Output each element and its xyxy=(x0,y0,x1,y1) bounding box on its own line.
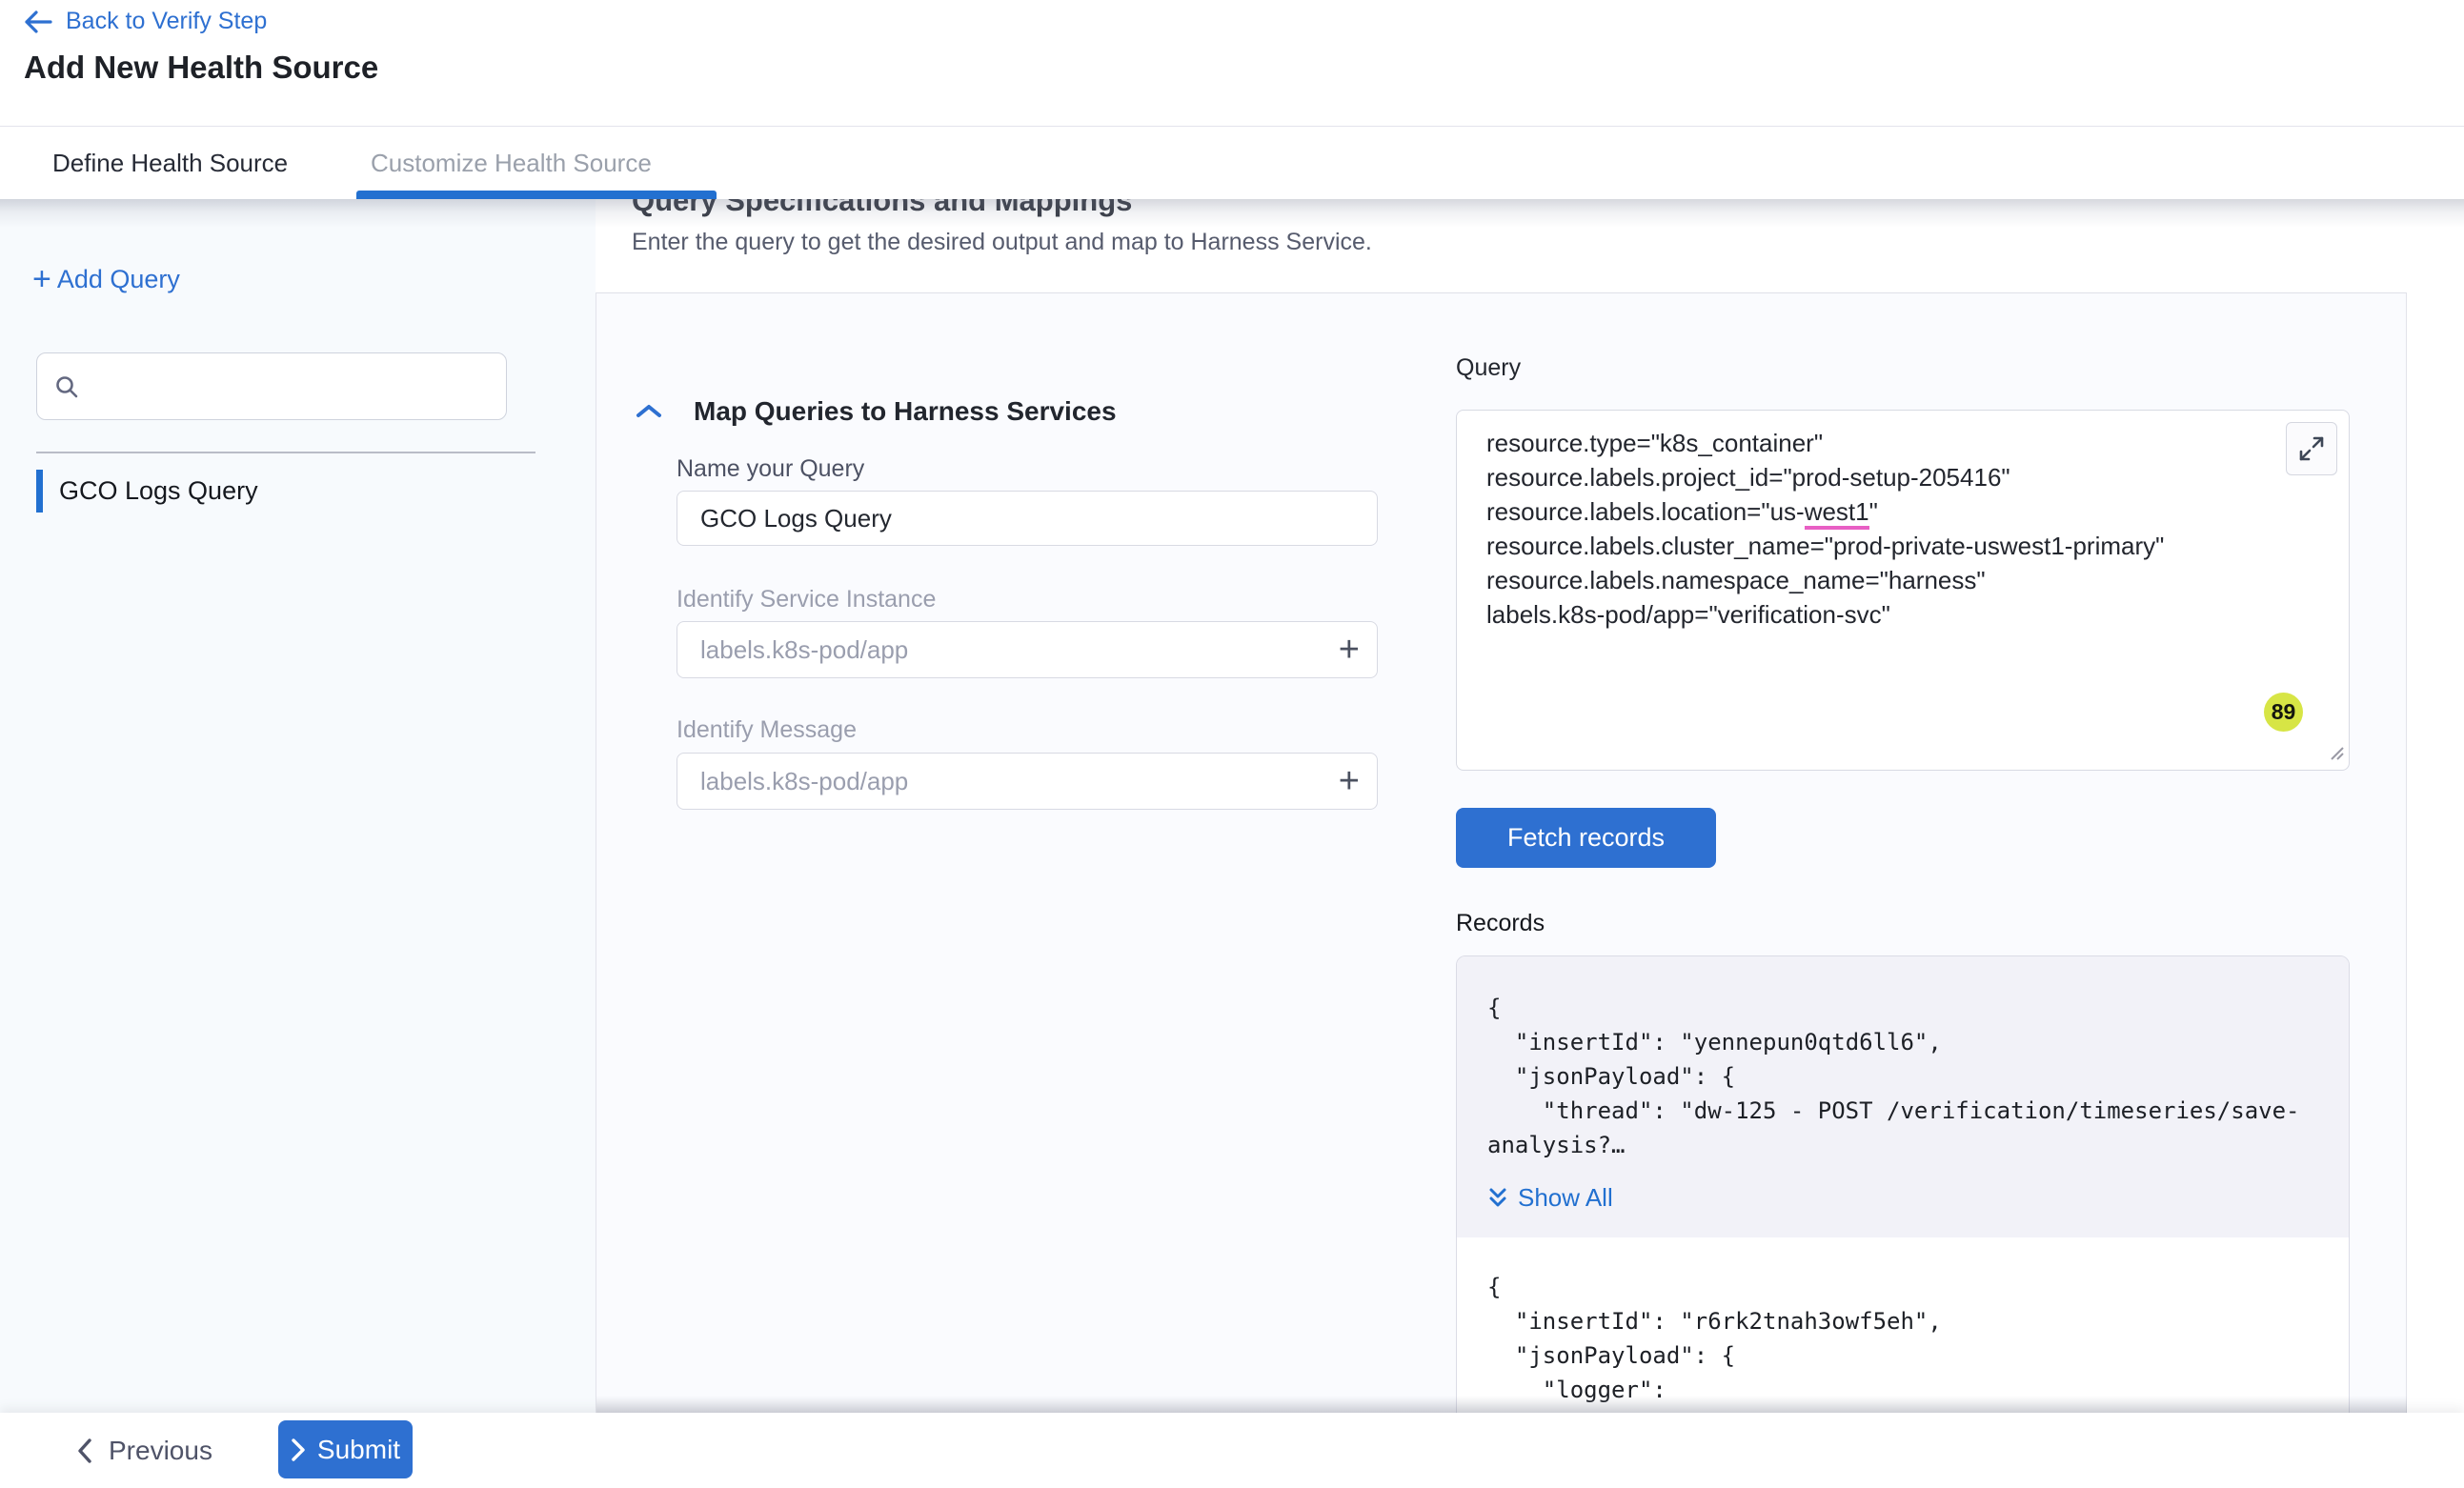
expand-query-button[interactable] xyxy=(2286,422,2337,475)
record-item-1: { "insertId": "yennepun0qtd6ll6", "jsonP… xyxy=(1457,956,2349,1237)
map-queries-section-header: Map Queries to Harness Services xyxy=(635,396,1117,427)
spellcheck-underline: west1 xyxy=(1805,497,1869,530)
page-header: Back to Verify Step Add New Health Sourc… xyxy=(0,0,2464,127)
back-link-label: Back to Verify Step xyxy=(66,8,267,35)
footer-bar: Previous Submit xyxy=(0,1413,2464,1488)
section-subtitle: Enter the query to get the desired outpu… xyxy=(632,229,1372,256)
records-label: Records xyxy=(1456,910,1545,937)
query-name-field-wrap xyxy=(677,491,1378,546)
resize-handle-icon[interactable] xyxy=(2328,744,2345,766)
query-item-label: GCO Logs Query xyxy=(59,476,258,506)
show-all-link[interactable]: Show All xyxy=(1487,1183,2318,1213)
character-count-badge: 89 xyxy=(2264,693,2303,732)
record-1-json: { "insertId": "yennepun0qtd6ll6", "jsonP… xyxy=(1487,991,2318,1162)
back-to-verify-step-link[interactable]: Back to Verify Step xyxy=(24,8,267,35)
chevron-up-icon[interactable] xyxy=(635,402,663,421)
previous-label: Previous xyxy=(109,1436,212,1466)
service-instance-field-wrap: + xyxy=(677,621,1378,678)
fetch-records-button[interactable]: Fetch records xyxy=(1456,808,1716,868)
add-query-button[interactable]: + Add Query xyxy=(32,265,180,294)
chevron-right-icon xyxy=(291,1438,306,1462)
identify-message-label: Identify Message xyxy=(677,716,857,744)
expand-icon xyxy=(2297,434,2326,463)
chevron-left-icon xyxy=(76,1438,93,1464)
sidebar-divider xyxy=(36,452,535,453)
submit-label: Submit xyxy=(317,1435,400,1465)
query-editor[interactable]: resource.type="k8s_container" resource.l… xyxy=(1456,410,2350,771)
map-queries-heading: Map Queries to Harness Services xyxy=(694,396,1117,427)
tab-bar: Define Health Source Customize Health So… xyxy=(0,128,2464,199)
query-line-location: resource.labels.location="us-west1" xyxy=(1486,494,2164,529)
add-service-instance-icon[interactable]: + xyxy=(1339,632,1360,668)
active-tab-underline xyxy=(356,191,717,199)
add-message-icon[interactable]: + xyxy=(1339,763,1360,799)
double-chevron-down-icon xyxy=(1487,1186,1508,1211)
page-title: Add New Health Source xyxy=(24,50,378,86)
query-text: resource.type="k8s_container" resource.l… xyxy=(1486,426,2164,632)
previous-button[interactable]: Previous xyxy=(76,1428,212,1474)
add-health-source-page: Query Specifications and Mappings Enter … xyxy=(0,0,2464,1488)
sidebar-item-gco-logs-query[interactable]: GCO Logs Query xyxy=(36,470,535,513)
record-item-2: { "insertId": "r6rk2tnah3owf5eh", "jsonP… xyxy=(1457,1241,2349,1441)
message-field-wrap: + xyxy=(677,753,1378,810)
identify-service-instance-label: Identify Service Instance xyxy=(677,586,936,613)
message-input[interactable] xyxy=(677,767,1377,796)
query-search-input[interactable] xyxy=(92,372,493,400)
service-instance-input[interactable] xyxy=(677,635,1377,665)
tab-customize-health-source[interactable]: Customize Health Source xyxy=(371,128,652,199)
selected-query-indicator xyxy=(36,470,43,513)
query-label: Query xyxy=(1456,354,1521,382)
back-arrow-icon xyxy=(24,10,52,34)
search-icon xyxy=(54,374,79,399)
plus-icon: + xyxy=(32,267,51,292)
query-name-input[interactable] xyxy=(677,504,1377,533)
submit-button[interactable]: Submit xyxy=(278,1420,413,1478)
tab-define-health-source[interactable]: Define Health Source xyxy=(52,128,288,199)
add-query-label: Add Query xyxy=(57,265,180,294)
name-your-query-label: Name your Query xyxy=(677,455,864,483)
query-search-box xyxy=(36,352,507,420)
show-all-label: Show All xyxy=(1518,1183,1613,1213)
records-container: { "insertId": "yennepun0qtd6ll6", "jsonP… xyxy=(1456,955,2350,1451)
